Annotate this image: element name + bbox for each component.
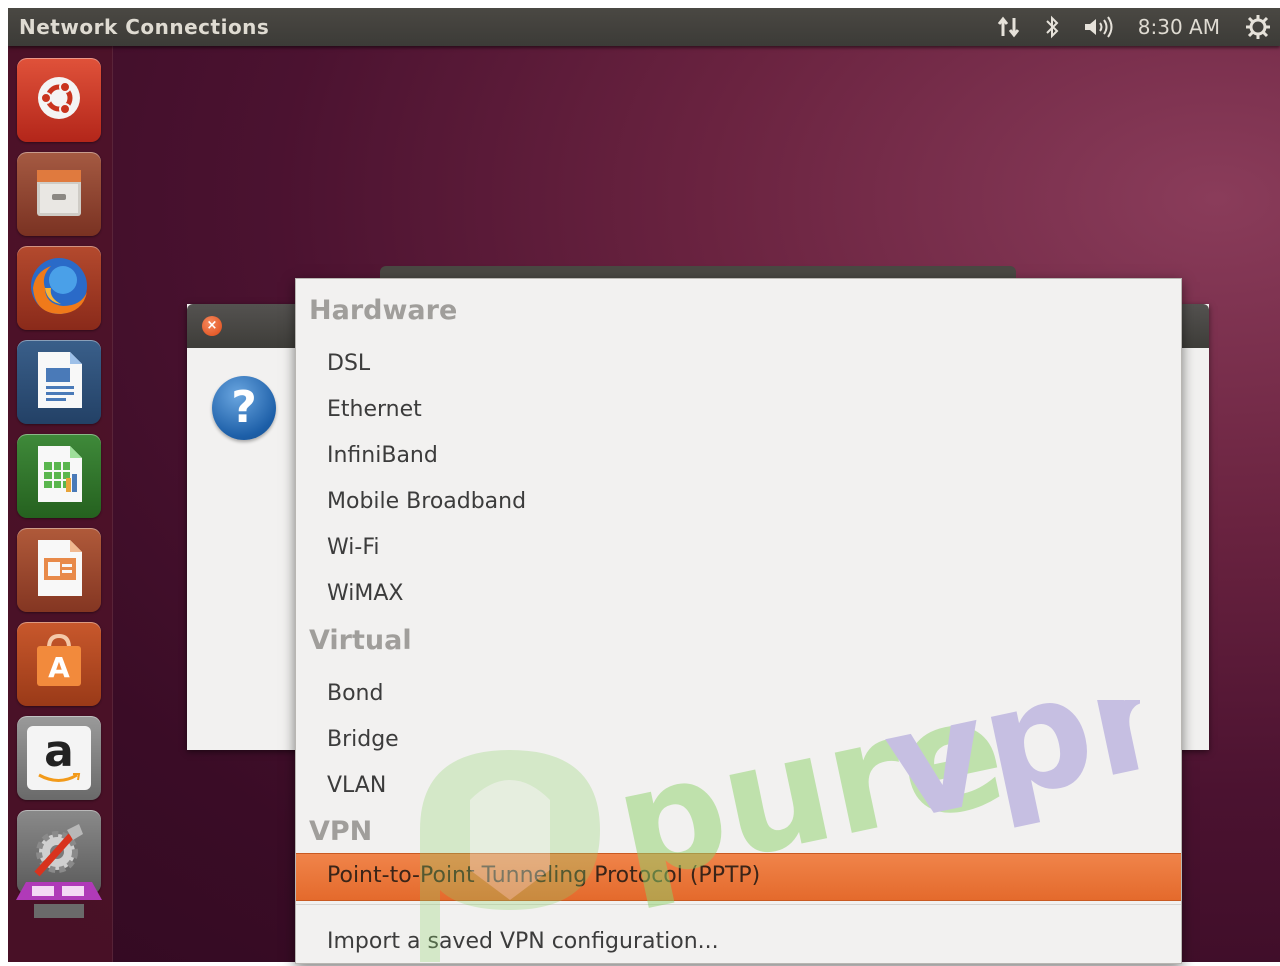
launcher-item-ubuntu-software-center[interactable]: A	[17, 622, 101, 706]
question-icon: ?	[212, 376, 276, 440]
menu-item-vlan[interactable]: VLAN	[327, 773, 386, 798]
launcher-item-libreoffice-writer[interactable]	[17, 340, 101, 424]
shopping-bag-icon: A	[29, 632, 89, 696]
menu-item-bridge[interactable]: Bridge	[327, 727, 399, 752]
writer-doc-icon	[32, 350, 86, 414]
menu-separator	[296, 904, 1181, 905]
menu-item-bond[interactable]: Bond	[327, 681, 383, 706]
clock[interactable]: 8:30 AM	[1138, 15, 1220, 39]
launcher-item-libreoffice-calc[interactable]	[17, 434, 101, 518]
menu-item-import-vpn[interactable]: Import a saved VPN configuration...	[327, 929, 719, 954]
amazon-icon: a	[27, 726, 91, 790]
session-gear-icon[interactable]	[1244, 13, 1272, 41]
connection-type-menu: Hardware DSL Ethernet InfiniBand Mobile …	[295, 278, 1182, 964]
menu-item-mobile-broadband[interactable]: Mobile Broadband	[327, 489, 526, 514]
top-panel: Network Connections 8:30 AM	[8, 8, 1280, 46]
volume-icon[interactable]	[1082, 14, 1116, 40]
bluetooth-icon[interactable]	[1044, 14, 1060, 40]
workspace-switcher-icon	[14, 864, 104, 924]
file-cabinet-icon	[31, 164, 87, 224]
launcher-item-firefox[interactable]	[17, 246, 101, 330]
menu-item-infiniband[interactable]: InfiniBand	[327, 443, 438, 468]
launcher-item-amazon[interactable]: a	[17, 716, 101, 800]
menu-item-pptp[interactable]: Point-to-Point Tunneling Protocol (PPTP)	[296, 853, 1181, 901]
firefox-icon	[27, 254, 91, 322]
indicator-area: 8:30 AM	[996, 8, 1280, 46]
ubuntu-logo-icon	[34, 73, 84, 127]
close-icon[interactable]: ×	[202, 316, 222, 336]
menu-item-wimax[interactable]: WiMAX	[327, 581, 403, 606]
window-title: Network Connections	[19, 15, 270, 39]
launcher-item-files[interactable]	[17, 152, 101, 236]
impress-slide-icon	[32, 538, 86, 602]
section-label-vpn: VPN	[309, 816, 373, 847]
launcher-item-workspaces[interactable]	[16, 866, 102, 922]
launcher-item-ubuntu-dash[interactable]	[17, 58, 101, 142]
section-label-virtual: Virtual	[309, 625, 412, 656]
menu-item-dsl[interactable]: DSL	[327, 351, 370, 376]
network-icon[interactable]	[996, 14, 1022, 40]
launcher-item-libreoffice-impress[interactable]	[17, 528, 101, 612]
menu-item-pptp-label: Point-to-Point Tunneling Protocol (PPTP)	[327, 863, 761, 888]
section-label-hardware: Hardware	[309, 295, 458, 326]
amazon-letter: a	[44, 726, 74, 777]
launcher: A a	[8, 46, 113, 962]
menu-item-ethernet[interactable]: Ethernet	[327, 397, 422, 422]
svg-text:A: A	[48, 651, 70, 684]
calc-sheet-icon	[32, 444, 86, 508]
menu-item-wifi[interactable]: Wi-Fi	[327, 535, 380, 560]
